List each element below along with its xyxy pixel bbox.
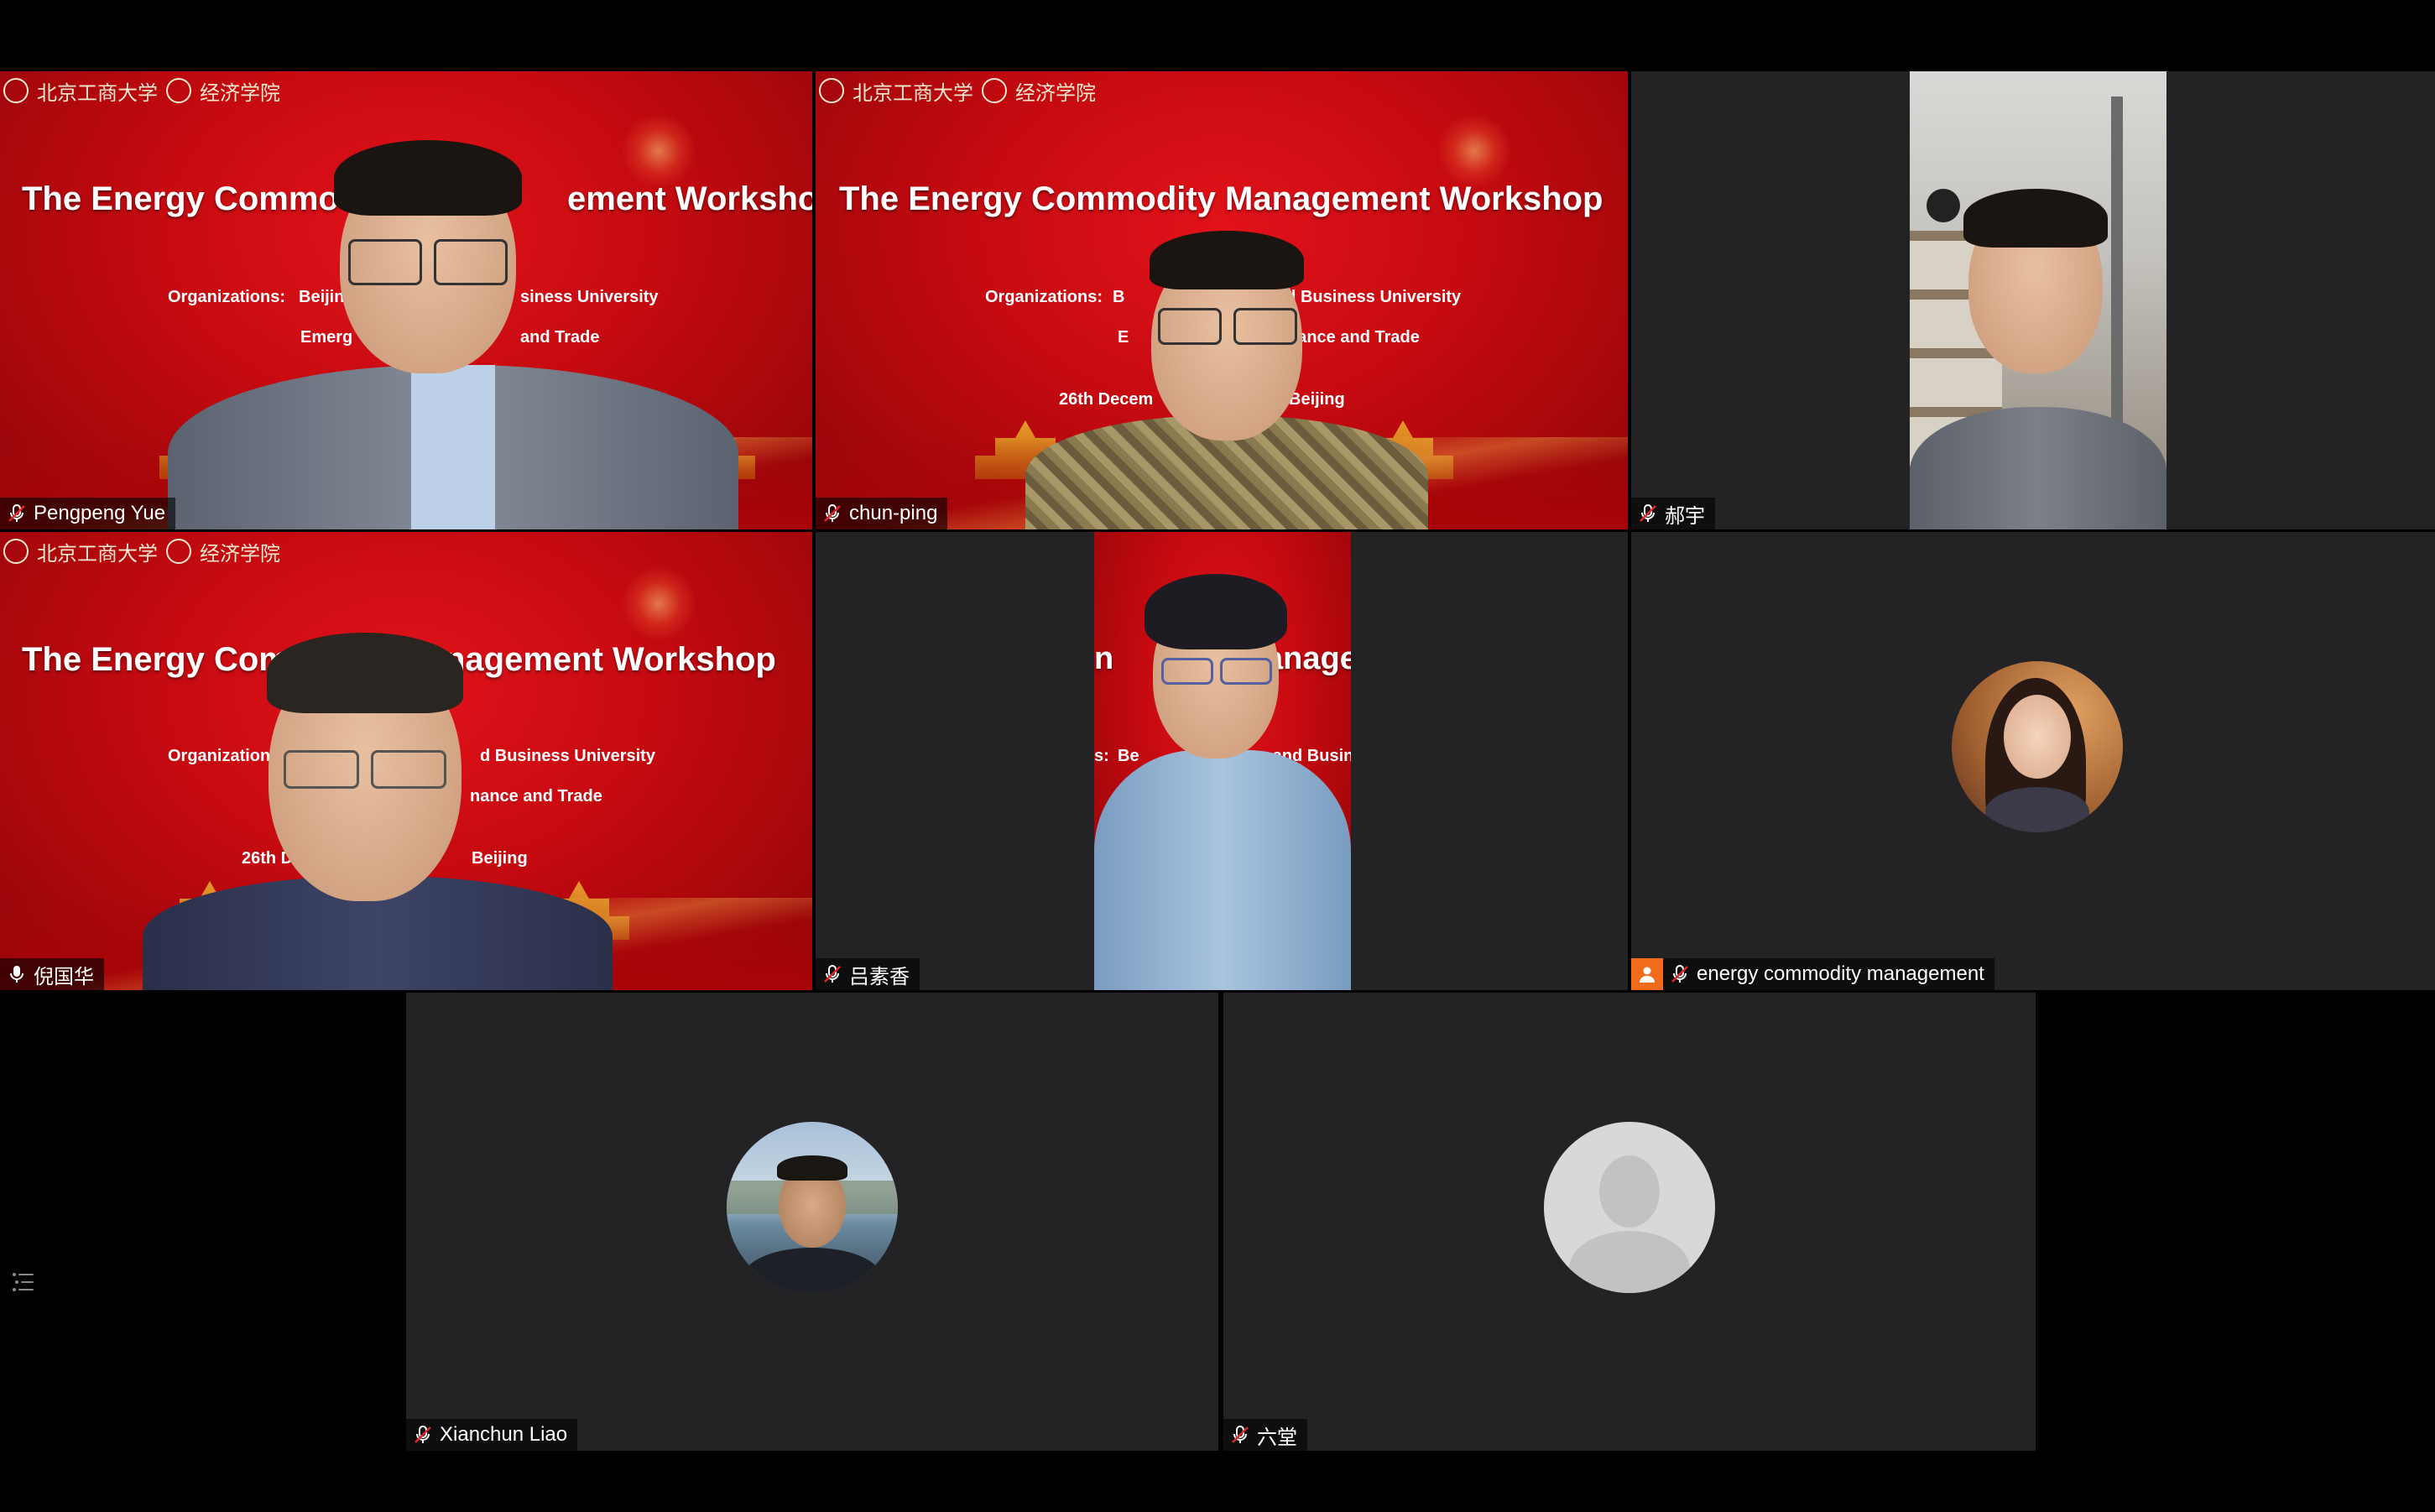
mic-muted-icon bbox=[8, 504, 25, 522]
mic-muted-icon bbox=[415, 1426, 431, 1443]
participant-name-tag: 郝宇 bbox=[1631, 498, 1715, 529]
banner-header: 北京工商大学 经济学院 bbox=[3, 76, 280, 105]
video-tile-ni-guohua[interactable]: 北京工商大学 经济学院 The Energy Com nagement Work… bbox=[0, 532, 812, 990]
mic-icon bbox=[10, 966, 23, 983]
participant-name: energy commodity management bbox=[1697, 962, 1984, 985]
participant-video bbox=[1910, 71, 2166, 529]
school-seal-icon bbox=[166, 539, 191, 564]
school-seal-icon bbox=[166, 78, 191, 103]
university-seal-icon bbox=[819, 78, 844, 103]
firework-decoration bbox=[621, 566, 696, 641]
university-name: 北京工商大学 bbox=[37, 81, 158, 105]
participant-name-tag: 吕素香 bbox=[816, 958, 920, 990]
banner-header: 北京工商大学 经济学院 bbox=[819, 76, 1096, 105]
participant-video bbox=[143, 624, 613, 990]
school-name: 经济学院 bbox=[1015, 81, 1096, 105]
participant-avatar bbox=[1952, 661, 2123, 832]
video-tile-liu-tang[interactable]: 六堂 bbox=[1223, 993, 2036, 1451]
participant-name: Xianchun Liao bbox=[440, 1423, 568, 1446]
firework-decoration bbox=[1436, 113, 1512, 189]
school-seal-icon bbox=[982, 78, 1007, 103]
participant-name: 倪国华 bbox=[34, 965, 94, 988]
university-seal-icon bbox=[3, 78, 29, 103]
default-avatar-icon bbox=[1544, 1122, 1715, 1293]
video-tile-energy-commodity-management[interactable]: energy commodity management bbox=[1631, 532, 2435, 990]
banner-header: 北京工商大学 经济学院 bbox=[3, 537, 280, 566]
participant-name: 吕素香 bbox=[849, 965, 910, 988]
university-name: 北京工商大学 bbox=[853, 81, 973, 105]
video-tile-pengpeng-yue[interactable]: 北京工商大学 经济学院 The Energy Commo ement Works… bbox=[0, 71, 812, 529]
banner-title-left: n bbox=[1094, 641, 1114, 676]
participant-name-tag: Xianchun Liao bbox=[406, 1419, 578, 1451]
video-tile-chun-ping[interactable]: 北京工商大学 经济学院 The Energy Commodity Managem… bbox=[816, 71, 1628, 529]
list-icon[interactable] bbox=[10, 1269, 37, 1296]
participant-name: 郝宇 bbox=[1665, 504, 1705, 528]
mic-muted-icon bbox=[824, 504, 841, 522]
university-name: 北京工商大学 bbox=[37, 541, 158, 566]
mic-muted-icon bbox=[1671, 965, 1688, 983]
participant-video: n anage s: Be logy and Busin bbox=[1094, 532, 1351, 990]
participant-name-tag: Pengpeng Yue bbox=[0, 498, 176, 529]
banner-title: The Energy Commodity Management Workshop bbox=[839, 180, 1603, 217]
school-name: 经济学院 bbox=[200, 541, 280, 566]
banner-org-text: Be bbox=[1118, 747, 1139, 765]
participant-name: chun-ping bbox=[849, 502, 938, 524]
participant-name-tag: energy commodity management bbox=[1631, 958, 1994, 990]
participant-name-tag: chun-ping bbox=[816, 498, 948, 529]
host-badge-icon bbox=[1631, 958, 1663, 990]
mic-muted-icon bbox=[824, 965, 841, 983]
participant-avatar bbox=[727, 1122, 898, 1293]
participant-name-tag: 倪国华 bbox=[0, 958, 104, 990]
video-tile-hao-yu[interactable]: 郝宇 bbox=[1631, 71, 2435, 529]
mic-muted-icon bbox=[1232, 1426, 1249, 1443]
banner-org-label: s: bbox=[1094, 747, 1109, 765]
university-seal-icon bbox=[3, 539, 29, 564]
participant-video bbox=[168, 122, 738, 529]
video-tile-lv-suxiang[interactable]: n anage s: Be logy and Busin 吕素香 bbox=[816, 532, 1628, 990]
school-name: 经济学院 bbox=[200, 81, 280, 105]
participant-video bbox=[1009, 231, 1445, 529]
participant-name: Pengpeng Yue bbox=[34, 502, 166, 524]
participant-name: 六堂 bbox=[1257, 1426, 1297, 1449]
participant-name-tag: 六堂 bbox=[1223, 1419, 1307, 1451]
mic-muted-icon bbox=[1640, 504, 1656, 522]
video-tile-xianchun-liao[interactable]: Xianchun Liao bbox=[406, 993, 1218, 1451]
